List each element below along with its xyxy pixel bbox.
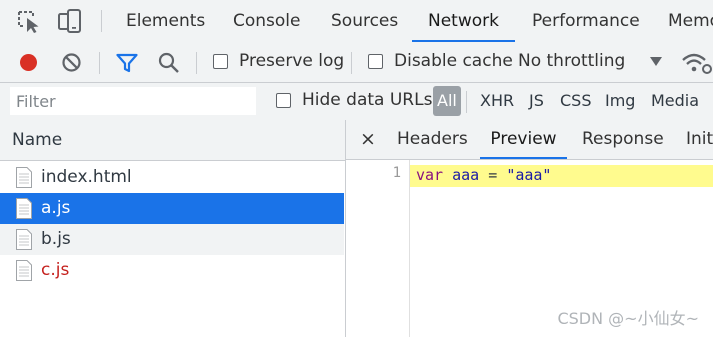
request-name: index.html (41, 167, 132, 187)
line-number: 1 (392, 165, 401, 181)
tab-preview[interactable]: Preview (480, 120, 567, 159)
request-name: c.js (41, 260, 70, 280)
filter-type-css[interactable]: CSS (556, 86, 595, 116)
tab-initiator[interactable]: Init (686, 120, 713, 159)
search-icon[interactable] (158, 52, 180, 74)
tab-performance[interactable]: Performance (532, 0, 640, 42)
tab-memory[interactable]: Memo (668, 0, 713, 42)
watermark: CSDN @~小仙女~ (557, 309, 699, 328)
inspect-element-icon[interactable] (17, 10, 43, 34)
filter-icon[interactable] (116, 53, 138, 73)
hide-data-urls-label: Hide data URLs (302, 90, 433, 110)
document-file-icon (16, 260, 32, 281)
tab-console[interactable]: Console (233, 0, 301, 42)
code-operator: = (488, 166, 498, 184)
filter-type-js[interactable]: JS (525, 86, 548, 116)
filter-bar: Hide data URLs All XHR JS CSS Img Media (0, 83, 713, 121)
document-file-icon (16, 167, 32, 188)
disable-cache-label: Disable cache (394, 51, 513, 71)
clear-icon[interactable] (61, 52, 82, 73)
request-list-panel: Name index.html a.js b.js c.js (0, 120, 346, 337)
document-file-icon (16, 229, 32, 250)
close-icon[interactable]: × (360, 120, 376, 159)
device-toolbar-icon[interactable] (57, 8, 83, 35)
line-number-gutter: 1 (346, 160, 410, 337)
tab-elements[interactable]: Elements (126, 0, 205, 42)
filter-type-all[interactable]: All (433, 86, 461, 116)
tab-response[interactable]: Response (582, 120, 664, 159)
code-line-highlighted: var aaa = "aaa" (410, 165, 713, 187)
tab-headers[interactable]: Headers (397, 120, 468, 159)
request-name: b.js (41, 229, 71, 249)
preserve-log-checkbox[interactable] (213, 54, 228, 69)
request-name: a.js (41, 198, 71, 218)
chevron-down-icon[interactable] (650, 57, 662, 67)
filter-type-img[interactable]: Img (601, 86, 639, 116)
code-text: var aaa = "aaa" (416, 166, 551, 184)
filter-type-media[interactable]: Media (647, 86, 703, 116)
hide-data-urls-checkbox[interactable] (276, 93, 291, 108)
devtools-main-tabbar: Elements Console Sources Network Perform… (0, 0, 713, 43)
details-tabbar: × Headers Preview Response Init (346, 120, 713, 160)
tab-network[interactable]: Network (412, 0, 515, 42)
code-keyword: var (416, 166, 444, 184)
filter-type-xhr[interactable]: XHR (476, 86, 518, 116)
request-row-c-js[interactable]: c.js (0, 255, 344, 286)
disable-cache-checkbox[interactable] (368, 54, 383, 69)
throttling-select[interactable]: No throttling (518, 51, 625, 71)
name-column-header[interactable]: Name (0, 120, 345, 161)
request-row-b-js[interactable]: b.js (0, 224, 344, 255)
preserve-log-label: Preserve log (239, 51, 345, 71)
code-identifier: aaa (452, 166, 480, 184)
record-icon[interactable] (18, 52, 39, 73)
filter-input[interactable] (10, 87, 256, 115)
request-row-a-js[interactable]: a.js (0, 193, 344, 224)
network-conditions-icon[interactable] (681, 51, 713, 75)
code-string: "aaa" (506, 166, 552, 184)
network-toolbar: Preserve log Disable cache No throttling (0, 42, 713, 83)
tab-sources[interactable]: Sources (331, 0, 398, 42)
document-file-icon (16, 198, 32, 219)
request-row-index-html[interactable]: index.html (0, 162, 344, 193)
